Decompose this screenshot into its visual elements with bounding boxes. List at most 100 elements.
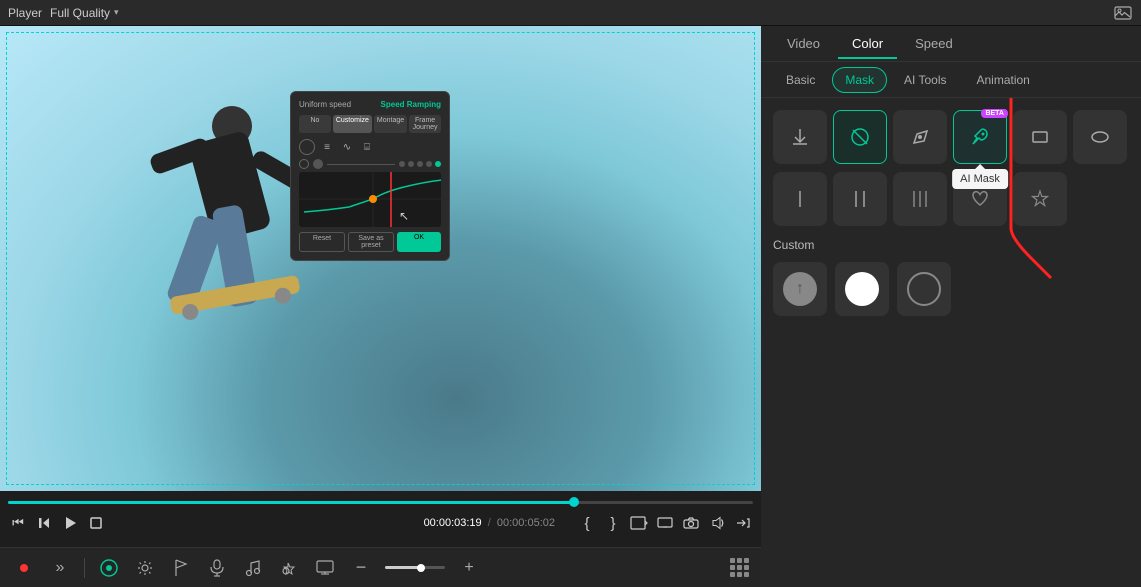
grid-dot <box>744 565 749 570</box>
speed-popup-tabs: No Customize Montage Frame Journey <box>299 115 441 133</box>
bracket-open-button[interactable]: { <box>577 513 597 533</box>
time-separator: / <box>488 517 491 529</box>
grid-layout-btn[interactable] <box>730 558 749 577</box>
scene-btn[interactable] <box>97 556 121 580</box>
arrow-button[interactable] <box>733 513 753 533</box>
ellipse-mask-btn[interactable] <box>1073 110 1127 164</box>
speed-ctrl-dot2 <box>313 159 323 169</box>
bottom-toolbar: » <box>0 547 761 587</box>
main-area: Uniform speed Speed Ramping No Customize… <box>0 26 1141 587</box>
effects-btn[interactable] <box>277 556 301 580</box>
subtab-ai-tools[interactable]: AI Tools <box>891 67 959 93</box>
progress-thumb[interactable] <box>569 497 579 507</box>
grid-dot <box>737 572 742 577</box>
speed-mini-dot1 <box>399 161 405 167</box>
speed-popup-header: Uniform speed Speed Ramping <box>299 100 441 109</box>
time-display: 00:00:03:19 / 00:00:05:02 <box>424 517 555 529</box>
player-label: Player <box>8 6 42 20</box>
forward-btn[interactable]: » <box>48 556 72 580</box>
mic-btn[interactable] <box>205 556 229 580</box>
download-mask-btn[interactable] <box>773 110 827 164</box>
speed-list-icon: ≡ <box>319 139 335 155</box>
speed-uniform-label: Uniform speed <box>299 100 351 109</box>
total-time: 00:00:05:02 <box>497 517 555 529</box>
camera-button[interactable] <box>681 513 701 533</box>
vline2-btn[interactable] <box>833 172 887 226</box>
tab-speed[interactable]: Speed <box>901 30 967 59</box>
step-back-button[interactable] <box>34 513 54 533</box>
speed-ctrl-dots <box>399 161 441 167</box>
bracket-close-button[interactable]: } <box>603 513 623 533</box>
speed-tab-customize[interactable]: Customize <box>333 115 372 133</box>
volume-thumb[interactable] <box>417 564 425 572</box>
image-icon[interactable] <box>1113 3 1133 23</box>
minus-btn[interactable]: − <box>349 556 373 580</box>
panel-sub-tabs: Basic Mask AI Tools Animation <box>761 62 1141 98</box>
volume-button[interactable] <box>707 513 727 533</box>
upload-icon: ↑ <box>796 281 804 297</box>
speed-ctrl-dot1 <box>299 159 309 169</box>
progress-bar-container[interactable] <box>8 495 753 509</box>
progress-track[interactable] <box>8 501 753 504</box>
top-bar: Player Full Quality ▾ <box>0 0 1141 26</box>
speed-ok-btn[interactable]: OK <box>397 232 441 252</box>
vline3-btn[interactable] <box>893 172 947 226</box>
subtab-mask[interactable]: Mask <box>832 67 887 93</box>
vline1-btn[interactable] <box>773 172 827 226</box>
crop-drop-button[interactable] <box>629 513 649 533</box>
speed-popup[interactable]: Uniform speed Speed Ramping No Customize… <box>290 91 450 261</box>
grid-dot <box>737 565 742 570</box>
speed-tab-no[interactable]: No <box>299 115 331 133</box>
panel-content: BETA AI Mask <box>761 98 1141 587</box>
tab-color[interactable]: Color <box>838 30 897 59</box>
flag-btn[interactable] <box>169 556 193 580</box>
pen-tool-btn[interactable] <box>893 110 947 164</box>
speed-icons-row: ≡ ∿ ⌸ <box>299 139 441 155</box>
tab-video[interactable]: Video <box>773 30 834 59</box>
record-btn[interactable] <box>12 556 36 580</box>
screen-button[interactable] <box>655 513 675 533</box>
speed-ctrl-line <box>327 164 395 165</box>
controls-row: ⏮ 00:00:0 <box>8 513 753 533</box>
red-arrow-svg <box>951 98 1071 288</box>
music-btn[interactable] <box>241 556 265 580</box>
skip-back-button[interactable]: ⏮ <box>8 513 28 533</box>
speed-graph[interactable]: ↖ <box>299 172 441 227</box>
circle-mask-btn[interactable] <box>833 110 887 164</box>
stop-button[interactable] <box>86 513 106 533</box>
tab-color-label: Color <box>852 36 883 51</box>
screen2-btn[interactable] <box>313 556 337 580</box>
outline-circle-shape <box>907 272 941 306</box>
grid-dot <box>744 572 749 577</box>
speed-save-preset-btn[interactable]: Save as preset <box>348 232 394 252</box>
quality-dropdown[interactable]: Full Quality ▾ <box>50 6 119 20</box>
settings-btn[interactable] <box>133 556 157 580</box>
grid-dot <box>737 558 742 563</box>
upload-circle: ↑ <box>783 272 817 306</box>
grid-dot <box>744 558 749 563</box>
grid-dot <box>730 558 735 563</box>
controls-right: { } <box>577 513 753 533</box>
subtab-animation[interactable]: Animation <box>963 67 1042 93</box>
chevron-down-icon: ▾ <box>114 7 119 18</box>
plus-btn[interactable]: + <box>457 556 481 580</box>
upload-shape-btn[interactable]: ↑ <box>773 262 827 316</box>
player-area: Uniform speed Speed Ramping No Customize… <box>0 26 761 587</box>
white-circle-btn[interactable] <box>835 262 889 316</box>
volume-slider[interactable] <box>385 566 445 569</box>
tab-speed-label: Speed <box>915 36 953 51</box>
video-canvas: Uniform speed Speed Ramping No Customize… <box>0 26 761 491</box>
speed-tab-montage[interactable]: Montage <box>374 115 407 133</box>
subtab-basic[interactable]: Basic <box>773 67 828 93</box>
speed-controls-row <box>299 159 441 169</box>
speed-tab-frame[interactable]: Frame Journey <box>409 115 441 133</box>
player-controls: ⏮ 00:00:0 <box>0 491 761 547</box>
play-button[interactable] <box>60 513 80 533</box>
speed-frames-icon: ⌸ <box>359 139 375 155</box>
board-wheel1 <box>181 303 200 322</box>
speed-action-btns: Reset Save as preset OK <box>299 232 441 252</box>
speed-reset-btn[interactable]: Reset <box>299 232 345 252</box>
speed-ramping-label: Speed Ramping <box>381 100 441 109</box>
outline-circle-btn[interactable] <box>897 262 951 316</box>
record-dot <box>20 564 28 572</box>
